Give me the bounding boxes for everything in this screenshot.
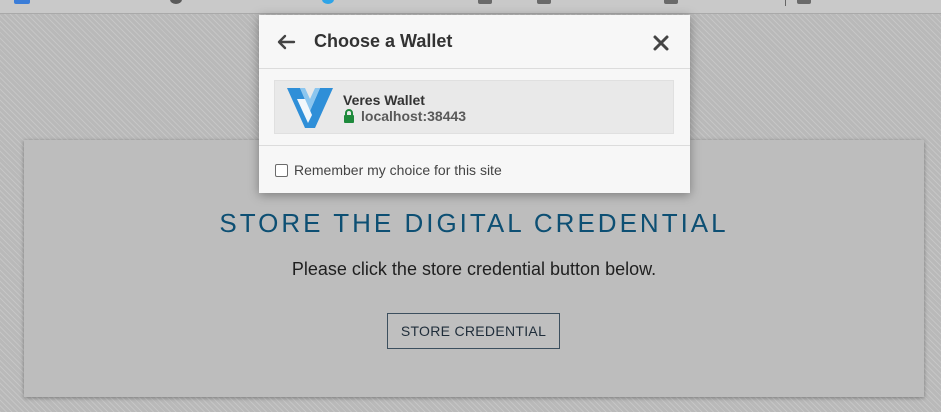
dialog-header: Choose a Wallet: [259, 15, 690, 69]
bookmarks-bar: [0, 0, 941, 14]
wallet-name: Veres Wallet: [343, 92, 425, 108]
instruction-text: Please click the store credential button…: [291, 259, 657, 279]
divider: [259, 145, 690, 146]
bookmark-folder-icon[interactable]: [478, 0, 492, 4]
remember-choice-checkbox[interactable]: [275, 163, 288, 177]
bookmark-icon[interactable]: [14, 0, 30, 4]
wallet-option-veres[interactable]: Veres Wallet localhost:38443: [274, 80, 674, 134]
page-title: STORE THE DIGITAL CREDENTIAL: [219, 208, 729, 238]
wallet-origin: localhost:38443: [361, 108, 467, 124]
bookmarks-separator: [785, 0, 786, 6]
bookmark-icon[interactable]: [322, 0, 334, 4]
bookmark-folder-icon[interactable]: [797, 0, 811, 4]
remember-choice-option[interactable]: Remember my choice for this site: [275, 161, 502, 179]
veres-wallet-logo: [285, 85, 335, 131]
bookmark-page-icon[interactable]: [537, 0, 551, 4]
dialog-title: Choose a Wallet: [314, 31, 453, 51]
bookmark-folder-icon[interactable]: [664, 0, 678, 4]
wallet-chooser-dialog: Choose a Wallet Veres Wallet localhost:3…: [259, 15, 690, 193]
lock-icon: [343, 109, 355, 123]
close-icon[interactable]: [651, 33, 671, 53]
remember-choice-label: Remember my choice for this site: [294, 162, 502, 178]
bookmark-icon[interactable]: [170, 0, 182, 4]
arrow-left-icon[interactable]: [275, 31, 297, 53]
store-credential-button[interactable]: STORE CREDENTIAL: [387, 313, 560, 349]
